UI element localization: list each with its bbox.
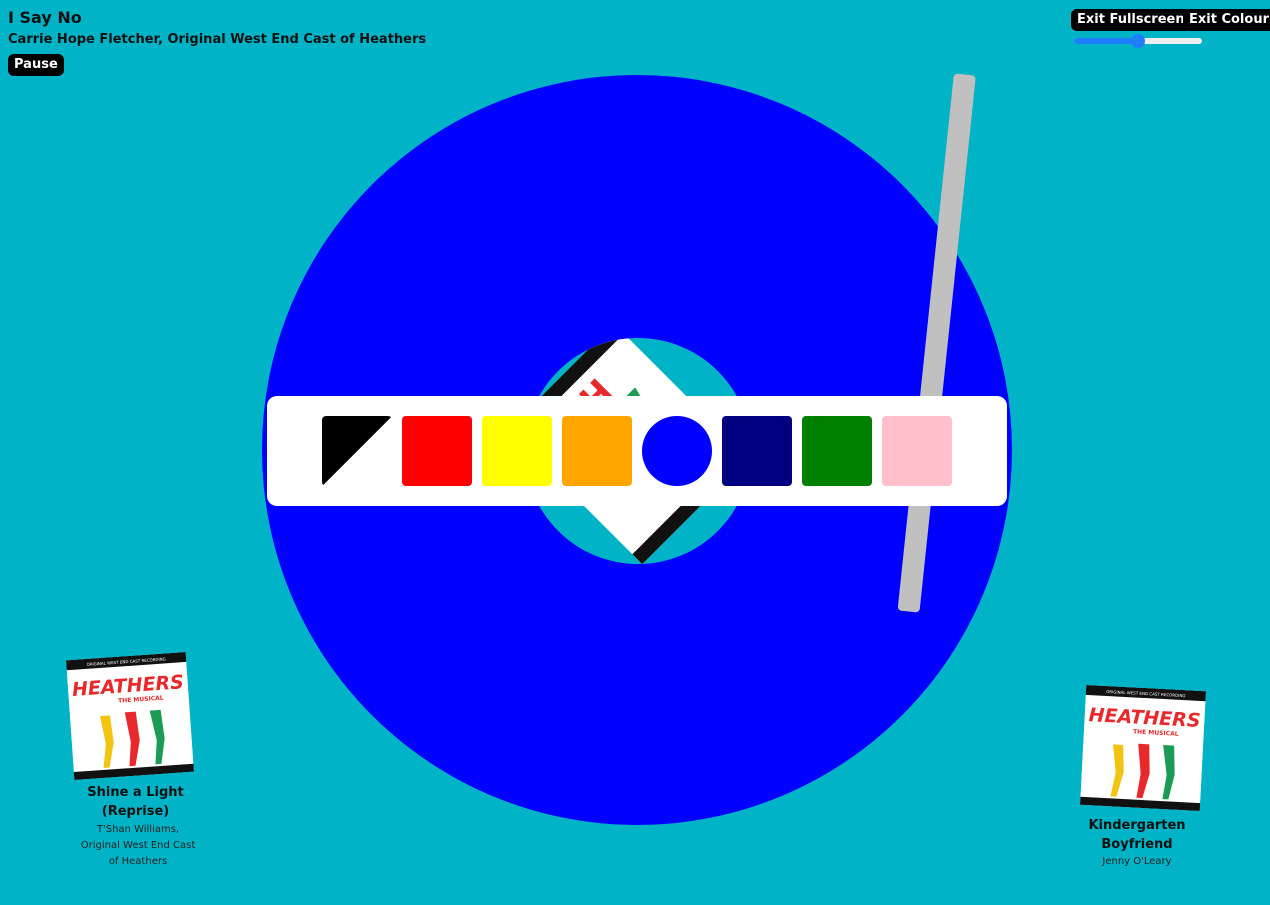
- album-cover-image: ORIGINAL WEST END CAST RECORDING HEATHER…: [1079, 684, 1207, 812]
- player-stage: I Say No Carrie Hope Fletcher, Original …: [0, 0, 1270, 905]
- exit-fullscreen-button[interactable]: Exit Fullscreen: [1071, 9, 1191, 31]
- swatch-yellow[interactable]: [482, 416, 552, 486]
- swatch-orange[interactable]: [562, 416, 632, 486]
- next-track-artist: Jenny O'Leary: [1102, 856, 1172, 867]
- track-title: I Say No: [8, 8, 82, 27]
- exit-colour-button[interactable]: Exit Colour: [1183, 9, 1270, 31]
- pause-button[interactable]: Pause: [8, 54, 64, 76]
- volume-slider-fill: [1074, 38, 1138, 44]
- swatch-navy[interactable]: [722, 416, 792, 486]
- next-track-cover[interactable]: ORIGINAL WEST END CAST RECORDING HEATHER…: [1079, 684, 1207, 812]
- volume-slider[interactable]: [1074, 34, 1202, 48]
- colour-picker: [267, 396, 1007, 506]
- previous-track-cover[interactable]: ORIGINAL WEST END CAST RECORDING HEATHER…: [65, 651, 195, 781]
- next-track-title: Kindergarten Boyfriend: [1088, 818, 1186, 852]
- swatch-black-white[interactable]: [322, 416, 392, 486]
- track-artist: Carrie Hope Fletcher, Original West End …: [8, 32, 427, 47]
- swatch-pink[interactable]: [882, 416, 952, 486]
- volume-slider-thumb[interactable]: [1131, 34, 1145, 48]
- previous-track-artist: T'Shan Williams, Original West End Cast …: [80, 824, 196, 867]
- album-cover-image: ORIGINAL WEST END CAST RECORDING HEATHER…: [65, 651, 195, 781]
- swatch-red[interactable]: [402, 416, 472, 486]
- swatch-blue-selected[interactable]: [642, 416, 712, 486]
- previous-track-title: Shine a Light (Reprise): [87, 785, 184, 819]
- swatch-green[interactable]: [802, 416, 872, 486]
